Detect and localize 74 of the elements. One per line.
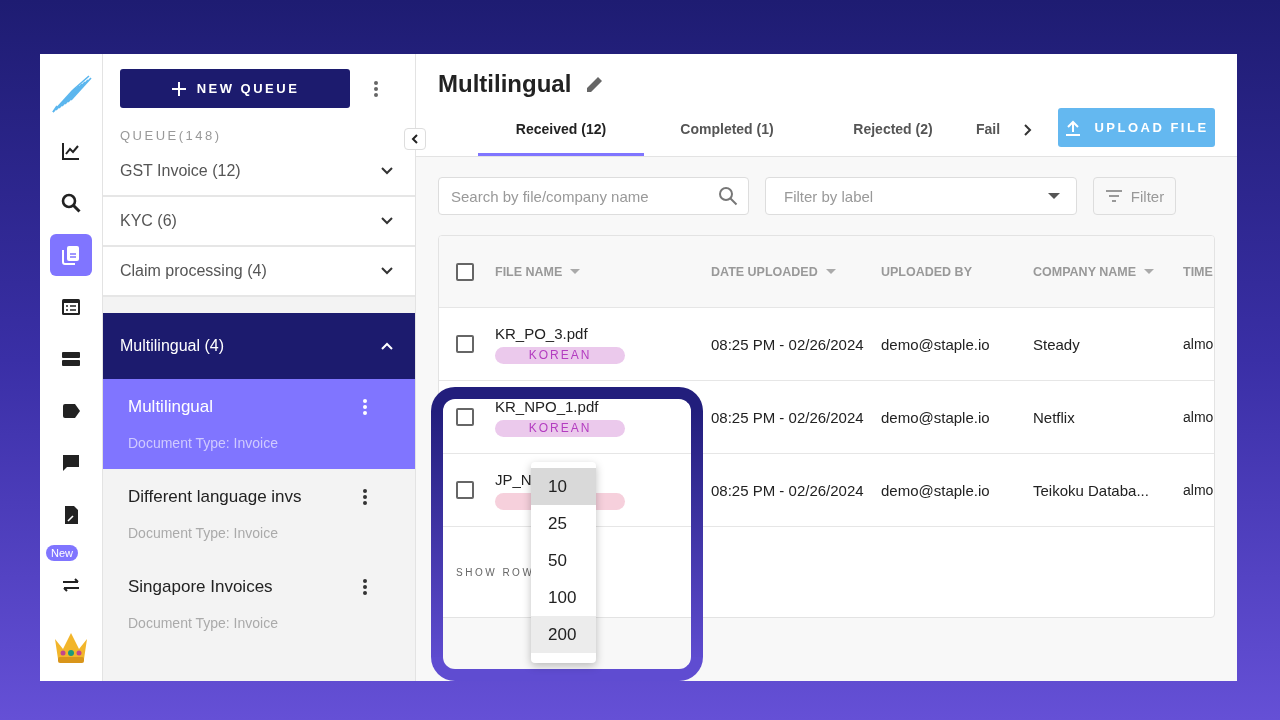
more-icon[interactable] — [363, 489, 367, 505]
table-cell: almo — [1183, 336, 1214, 352]
table-cell: almo — [1183, 482, 1214, 498]
search-icon[interactable] — [718, 186, 738, 206]
row-checkbox[interactable] — [456, 481, 474, 499]
column-header: DATE UPLOADED — [711, 264, 818, 279]
queue-item[interactable]: Multilingual Document Type: Invoice — [103, 379, 415, 469]
filter-icon — [1104, 189, 1123, 203]
table-cell-text: demo@staple.io — [881, 335, 991, 353]
row-checkbox[interactable] — [456, 335, 474, 353]
section-label: QUEUE(148) — [120, 128, 222, 143]
chevron-icon — [381, 217, 393, 225]
file-name[interactable]: KR_NPO_1.pdf — [495, 397, 599, 415]
table-cell: almo — [1183, 409, 1214, 425]
tab[interactable]: Received (12) — [478, 104, 644, 156]
tab[interactable]: Completed (1) — [644, 104, 810, 156]
collapse-button[interactable] — [404, 128, 426, 150]
label-filter-input[interactable]: Filter by label — [782, 186, 1048, 206]
chart-icon — [62, 142, 80, 160]
chevron-icon — [381, 342, 393, 350]
menu-option[interactable]: 100 — [531, 579, 596, 616]
file-name[interactable]: JP_N — [495, 470, 532, 488]
chevron-icon — [381, 267, 393, 275]
chevron-icon — [381, 167, 393, 175]
table-cell-text: demo@staple.io — [881, 408, 991, 426]
table-cell-text: Teikoku Databa... — [1033, 481, 1150, 499]
transfer-icon — [62, 578, 80, 592]
plus-icon — [170, 80, 187, 97]
queue-group[interactable]: Multilingual (4) — [103, 313, 415, 379]
column-header: FILE NAME — [495, 264, 563, 279]
page-title: Multilingual — [438, 70, 572, 98]
table-cell-text: Steady — [1033, 335, 1081, 353]
documents-icon — [62, 246, 79, 265]
list-window-icon — [62, 299, 80, 315]
menu-option[interactable]: 10 — [531, 468, 596, 505]
column-header: COMPANY NAME — [1033, 264, 1136, 279]
chevron-left-icon — [411, 134, 419, 144]
table-cell-text: 08:25 PM - 02/26/2024 — [711, 481, 865, 499]
row-checkbox[interactable] — [456, 408, 474, 426]
queue-group[interactable]: GST Invoice (12) — [103, 147, 415, 197]
table-cell-text: Netflix — [1033, 408, 1076, 426]
queue-item[interactable]: Different language invs Document Type: Invoice — [103, 469, 415, 559]
column-header: TIME — [1183, 264, 1213, 279]
menu-option[interactable]: 200 — [531, 616, 596, 653]
search-icon — [61, 193, 81, 213]
queue-group[interactable]: Claim processing (4) — [103, 247, 415, 297]
tab[interactable]: Fail — [976, 104, 1024, 156]
search-input[interactable]: Search by file/company name — [449, 186, 718, 206]
dropdown-caret-icon — [1048, 193, 1060, 199]
rows-icon — [62, 352, 80, 366]
chevron-right-icon[interactable] — [1024, 124, 1032, 136]
language-tag: KOREAN — [495, 346, 625, 364]
search-field[interactable]: Search by file/company name — [438, 177, 749, 215]
table-cell-text: 08:25 PM - 02/26/2024 — [711, 335, 865, 353]
new-queue-button[interactable]: NEW QUEUE — [120, 69, 350, 108]
queue-item[interactable]: Singapore Invoices Document Type: Invoice — [103, 559, 415, 649]
select-all-checkbox[interactable] — [456, 262, 474, 281]
file-name[interactable]: KR_PO_3.pdf — [495, 324, 588, 342]
language-tag: KOREAN — [495, 419, 625, 437]
column-header: UPLOADED BY — [881, 264, 972, 279]
table-cell-text: demo@staple.io — [881, 481, 991, 499]
more-icon[interactable] — [374, 80, 378, 97]
more-icon[interactable] — [363, 579, 367, 595]
document-pencil-icon — [65, 506, 78, 524]
comment-icon — [63, 455, 79, 471]
new-badge: New — [46, 545, 78, 561]
menu-option[interactable]: 25 — [531, 505, 596, 542]
tab[interactable]: Rejected (2) — [810, 104, 976, 156]
label-filter-dropdown[interactable]: Filter by label — [765, 177, 1077, 215]
menu-option[interactable]: 50 — [531, 542, 596, 579]
tag-icon — [63, 404, 80, 418]
upload-icon — [1064, 118, 1083, 137]
table-cell-text: 08:25 PM - 02/26/2024 — [711, 408, 865, 426]
queue-group[interactable]: KYC (6) — [103, 197, 415, 247]
